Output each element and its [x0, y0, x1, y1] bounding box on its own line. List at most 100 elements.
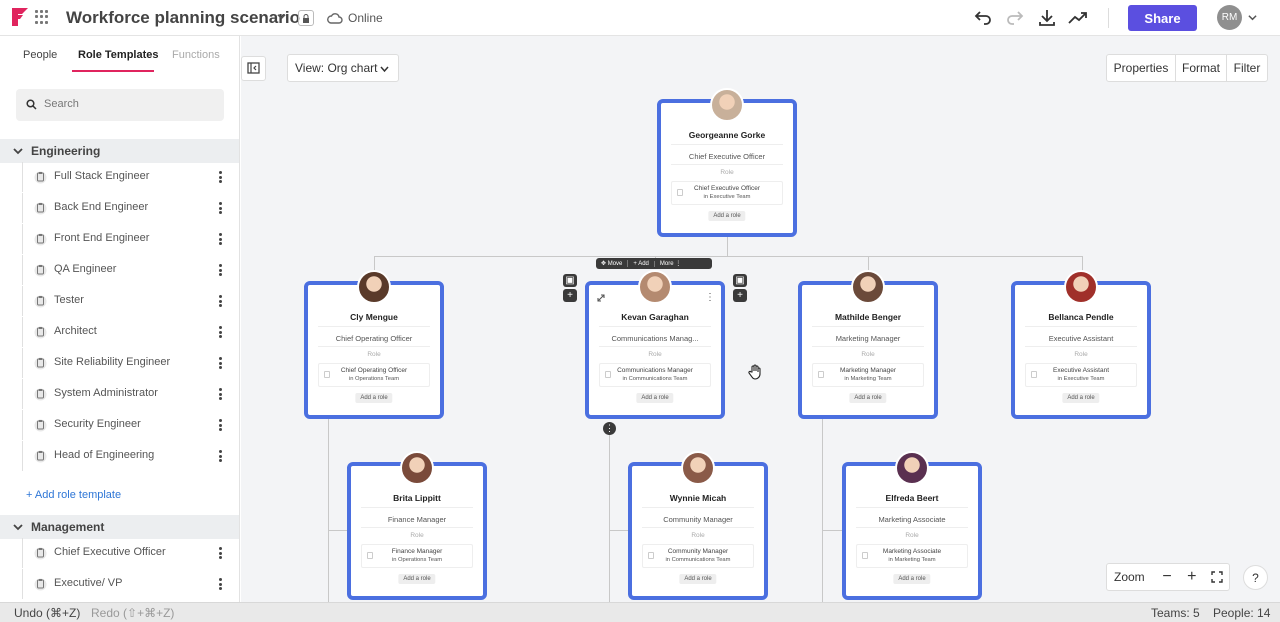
- role-template-item[interactable]: Chief Executive Officer: [22, 538, 239, 568]
- role-assignment[interactable]: Communications Manager in Communications …: [599, 363, 711, 387]
- share-button[interactable]: Share: [1128, 5, 1197, 31]
- add-sibling-button[interactable]: +: [733, 289, 747, 302]
- role-team: in Communications Team: [622, 376, 688, 382]
- add-role-button[interactable]: Add a role: [708, 211, 746, 221]
- more-action[interactable]: More ⋮: [655, 260, 686, 267]
- role-template-item[interactable]: Front End Engineer: [22, 224, 239, 254]
- undo-icon[interactable]: [972, 7, 994, 29]
- role-template-item[interactable]: Site Reliability Engineer: [22, 348, 239, 378]
- role-assignment[interactable]: Marketing Manager in Marketing Team: [812, 363, 924, 387]
- card-menu-icon[interactable]: ⋮: [705, 292, 715, 303]
- more-options-icon[interactable]: [219, 547, 222, 559]
- app-logo-icon[interactable]: [10, 6, 30, 28]
- org-card[interactable]: Kevan Garaghan Communications Manag... Rol…: [585, 270, 725, 419]
- help-button[interactable]: ?: [1243, 565, 1268, 590]
- chevron-down-icon[interactable]: [277, 12, 286, 21]
- role-assignment[interactable]: Community Manager in Communications Team: [642, 544, 754, 568]
- tab-role-templates[interactable]: Role Templates: [78, 49, 159, 61]
- expand-icon[interactable]: [596, 293, 606, 303]
- role-assignment[interactable]: Executive Assistant in Executive Team: [1025, 363, 1137, 387]
- zoom-out-button[interactable]: −: [1155, 564, 1180, 590]
- role-template-label: Architect: [54, 325, 97, 337]
- more-options-icon[interactable]: [219, 295, 222, 307]
- more-options-icon[interactable]: [219, 450, 222, 462]
- redo-icon[interactable]: [1004, 7, 1026, 29]
- filter-button[interactable]: Filter: [1227, 55, 1267, 81]
- card-action-bar: ✥ Move + Add More ⋮: [596, 258, 712, 269]
- org-card[interactable]: Wynnie Micah Community Manager Role Communi…: [628, 451, 768, 600]
- role-template-item[interactable]: Tester: [22, 286, 239, 316]
- more-options-icon[interactable]: [219, 233, 222, 245]
- add-role-button[interactable]: Add a role: [355, 393, 393, 403]
- role-name: Marketing Manager: [840, 367, 896, 374]
- document-title[interactable]: Workforce planning scenario: [66, 8, 300, 28]
- add-action[interactable]: + Add: [628, 260, 655, 267]
- role-assignment[interactable]: Finance Manager in Operations Team: [361, 544, 473, 568]
- org-card[interactable]: Cly Mengue Chief Operating Officer Role Chi…: [304, 270, 444, 419]
- role-template-item[interactable]: Back End Engineer: [22, 193, 239, 223]
- user-menu-chevron-icon[interactable]: [1248, 13, 1257, 22]
- caret-down-icon[interactable]: [13, 522, 23, 532]
- role-template-item[interactable]: System Administrator: [22, 379, 239, 409]
- more-options-icon[interactable]: [219, 357, 222, 369]
- more-options-icon[interactable]: [219, 326, 222, 338]
- card-options-icon[interactable]: ⋮: [603, 422, 616, 435]
- download-icon[interactable]: [1036, 7, 1058, 29]
- trend-icon[interactable]: [1067, 7, 1089, 29]
- add-sibling-button[interactable]: +: [563, 289, 577, 302]
- role-assignment[interactable]: Marketing Associate in Marketing Team: [856, 544, 968, 568]
- properties-button[interactable]: Properties: [1107, 55, 1176, 81]
- role-template-item[interactable]: Security Engineer: [22, 410, 239, 440]
- zoom-in-button[interactable]: +: [1179, 564, 1204, 590]
- add-role-button[interactable]: Add a role: [893, 574, 931, 584]
- caret-down-icon[interactable]: [13, 146, 23, 156]
- add-role-button[interactable]: Add a role: [398, 574, 436, 584]
- add-role-button[interactable]: Add a role: [1062, 393, 1100, 403]
- view-selector[interactable]: View: Org chart: [287, 54, 399, 82]
- role-template-label: System Administrator: [54, 387, 158, 399]
- redo-shortcut[interactable]: Redo (⇧+⌘+Z): [91, 606, 174, 620]
- people-count: People: 14: [1213, 606, 1271, 620]
- format-button[interactable]: Format: [1176, 55, 1227, 81]
- add-role-button[interactable]: Add a role: [636, 393, 674, 403]
- role-team: in Operations Team: [391, 557, 443, 563]
- move-action[interactable]: ✥ Move: [596, 260, 629, 267]
- add-role-template-link[interactable]: + Add role template: [26, 489, 121, 501]
- more-options-icon[interactable]: [219, 264, 222, 276]
- role-assignment[interactable]: Chief Operating Officer in Operations Tea…: [318, 363, 430, 387]
- tab-people[interactable]: People: [23, 49, 57, 61]
- search-input[interactable]: Search: [16, 89, 224, 121]
- org-card[interactable]: Elfreda Beert Marketing Associate Role Mark…: [842, 451, 982, 600]
- more-options-icon[interactable]: [219, 419, 222, 431]
- role-template-item[interactable]: Executive/ VP: [22, 569, 239, 599]
- group-header-engineering[interactable]: Engineering: [0, 139, 239, 163]
- add-role-button[interactable]: Add a role: [849, 393, 887, 403]
- role-template-item[interactable]: Architect: [22, 317, 239, 347]
- divider: [856, 507, 968, 508]
- briefcase-icon[interactable]: ▣: [733, 274, 747, 287]
- role-template-item[interactable]: QA Engineer: [22, 255, 239, 285]
- role-template-item[interactable]: Head of Engineering: [22, 441, 239, 471]
- role-assignment[interactable]: Chief Executive Officer in Executive Team: [671, 181, 783, 205]
- org-card[interactable]: Brita Lippitt Finance Manager Role Finance …: [347, 451, 487, 600]
- more-options-icon[interactable]: [219, 202, 222, 214]
- org-card[interactable]: Bellanca Pendle Executive Assistant Role Ex…: [1011, 270, 1151, 419]
- more-options-icon[interactable]: [219, 388, 222, 400]
- collapse-sidebar-button[interactable]: [241, 56, 266, 81]
- more-options-icon[interactable]: [219, 171, 222, 183]
- fullscreen-button[interactable]: [1204, 564, 1229, 590]
- briefcase-icon[interactable]: ▣: [563, 274, 577, 287]
- role-label: Role: [720, 169, 734, 176]
- user-avatar[interactable]: RM: [1217, 5, 1242, 30]
- role-template-item[interactable]: Full Stack Engineer: [22, 162, 239, 192]
- group-header-management[interactable]: Management: [0, 515, 239, 539]
- add-role-button[interactable]: Add a role: [679, 574, 717, 584]
- org-card[interactable]: Georgeanne Gorke Chief Executive Officer R…: [657, 88, 797, 237]
- more-options-icon[interactable]: [219, 578, 222, 590]
- tab-functions[interactable]: Functions: [172, 49, 220, 61]
- apps-grid-icon[interactable]: [35, 10, 49, 24]
- lock-icon[interactable]: [298, 10, 314, 26]
- undo-shortcut[interactable]: Undo (⌘+Z): [14, 606, 80, 620]
- org-card[interactable]: Mathilde Benger Marketing Manager Role Mark…: [798, 270, 938, 419]
- clipboard-icon: [34, 388, 47, 401]
